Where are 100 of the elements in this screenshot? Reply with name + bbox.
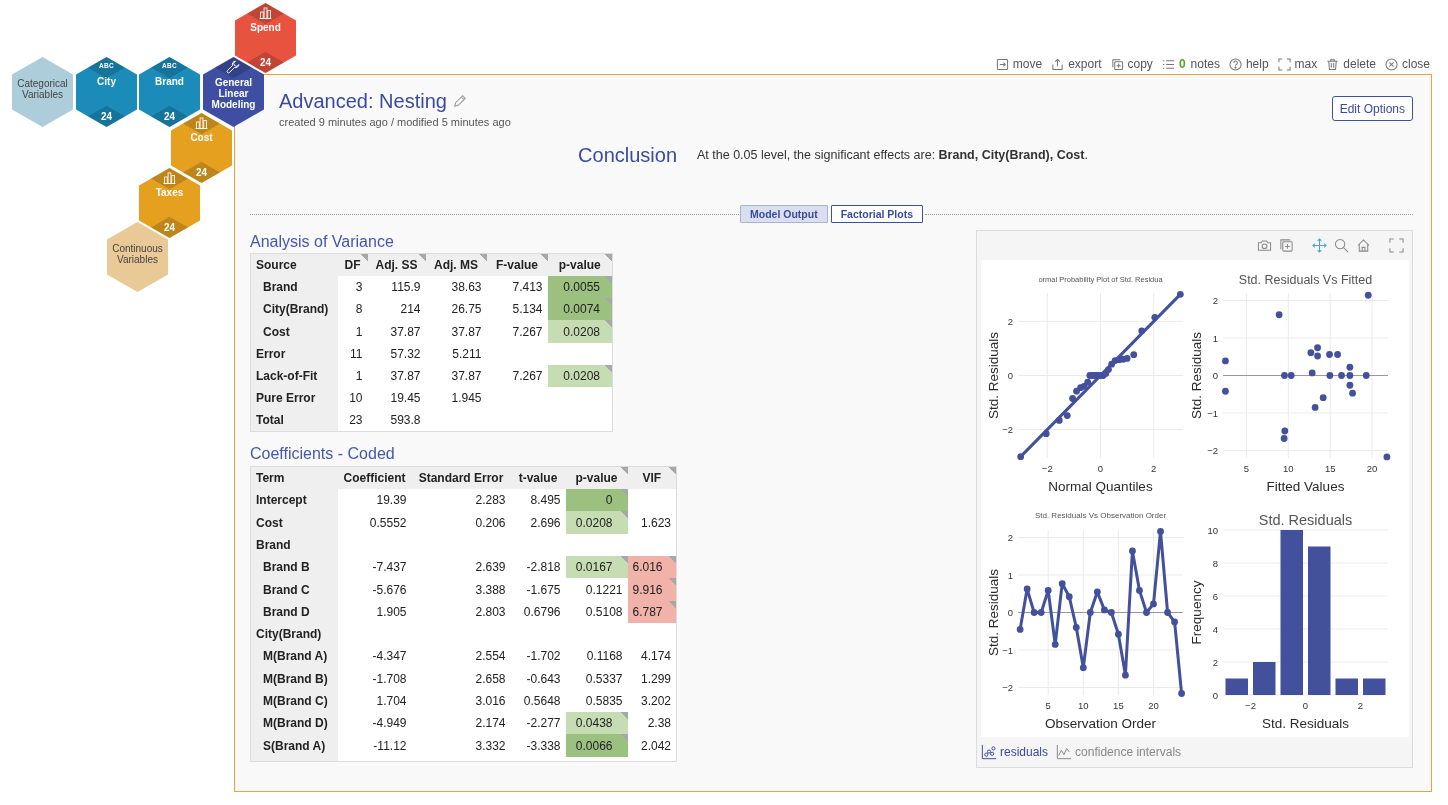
table-cell: 3 — [337, 275, 368, 299]
table-cell: 57.32 — [367, 342, 426, 365]
row-header: Total — [250, 409, 338, 432]
table-title: Analysis of Variance — [250, 232, 394, 252]
row-header: M(Brand D) — [250, 712, 338, 735]
row-header: Brand — [250, 533, 338, 557]
row-header: Pure Error — [250, 387, 338, 410]
table-cell: 6.016 — [627, 556, 677, 579]
row-header: City(Brand) — [250, 298, 338, 321]
table-cell: 2.38 — [627, 712, 677, 735]
tick-label: −2 — [1207, 445, 1218, 456]
table-cell: -2.277 — [510, 712, 566, 735]
table-cell: 38.63 — [425, 275, 487, 299]
table-cell: -1.708 — [337, 667, 412, 690]
table-cell: 0.1168 — [565, 645, 628, 668]
column-header: p-value — [547, 253, 613, 276]
table-cell: 1.704 — [337, 689, 412, 713]
node-label: Continuous Variables — [111, 243, 164, 265]
row-header: Brand B — [250, 556, 338, 579]
table-cell: 1 — [337, 365, 368, 388]
table-cell: 2.658 — [411, 667, 511, 690]
table-cell: 7.267 — [486, 320, 548, 343]
table-cell: 10 — [337, 387, 368, 410]
table-cell: 2.042 — [627, 734, 677, 757]
table-cell: 4.174 — [627, 645, 677, 668]
node-count: 24 — [163, 222, 176, 233]
table-cell: 0.5552 — [337, 511, 412, 534]
row-header: M(Brand B) — [250, 667, 338, 690]
table-cell: -7.437 — [337, 556, 412, 579]
table-cell: -1.702 — [510, 645, 566, 668]
table-cell: 0.206 — [411, 511, 511, 534]
table-cell: 2.554 — [411, 645, 511, 668]
table-cell: 37.87 — [367, 365, 426, 388]
node-label: City — [97, 76, 116, 87]
table-cell: 7.413 — [486, 275, 548, 299]
tick-label: 0 — [1212, 689, 1218, 701]
tick-label: 4 — [1212, 623, 1218, 635]
table-cell: 1.299 — [627, 667, 677, 690]
table-cell: 23 — [337, 409, 368, 432]
axis-title: Std. Residuals — [986, 332, 1001, 419]
node-label: Categorical Variables — [16, 78, 69, 100]
row-header: Brand C — [250, 578, 338, 601]
table-cell: 0.6796 — [510, 600, 566, 623]
table-cell: 6.787 — [627, 600, 677, 623]
tick-label: 10 — [1078, 700, 1089, 711]
tick-label: 8 — [1212, 557, 1218, 569]
tick-label: −2 — [1002, 424, 1013, 436]
table-cell: 2.639 — [411, 556, 511, 579]
tick-label: 10 — [1207, 524, 1218, 536]
analysis-title: Advanced: Nesting — [279, 89, 447, 114]
tick-label: 15 — [1113, 700, 1124, 711]
table-cell: 1 — [337, 320, 368, 343]
node-count: 24 — [100, 111, 113, 122]
axis-title: Std. Residuals — [1189, 332, 1204, 419]
tick-label: −1 — [1002, 644, 1013, 656]
table-cell: 0.1221 — [565, 578, 628, 601]
table-cell: 1.905 — [337, 600, 412, 623]
table-cell: 214 — [367, 298, 426, 321]
table-cell: 26.75 — [425, 298, 487, 321]
table-cell: 0.0066 — [565, 734, 628, 757]
table-cell: -0.643 — [510, 667, 566, 690]
column-header: VIF — [627, 466, 677, 490]
node-count: 24 — [163, 111, 176, 122]
column-header: p-value — [565, 466, 628, 490]
tick-label: 20 — [1366, 463, 1378, 474]
table-cell: 0.0055 — [547, 275, 613, 299]
table-cell: 0.5835 — [565, 689, 628, 713]
tick-label: 0 — [1097, 463, 1104, 474]
column-header: Coefficient — [337, 466, 412, 490]
table-cell: 1.623 — [627, 511, 677, 534]
table-cell: 3.016 — [411, 689, 511, 713]
table-cell: 11 — [337, 342, 368, 365]
table-cell: 7.267 — [486, 365, 548, 388]
table-cell: 0.5108 — [565, 600, 628, 623]
row-header: Brand D — [250, 600, 338, 623]
table-cell: 593.8 — [367, 409, 426, 432]
tick-label: −2 — [1041, 463, 1053, 474]
table-cell: -2.818 — [510, 556, 566, 579]
table-cell: 8 — [337, 298, 368, 321]
tick-label: 2 — [1212, 295, 1218, 306]
table-cell: -3.338 — [510, 734, 566, 757]
row-header: Lack-of-Fit — [250, 365, 338, 388]
tick-label: 0 — [1212, 370, 1218, 381]
tick-label: 1 — [1007, 569, 1013, 581]
axis-title: Observation Order — [1045, 716, 1156, 731]
tick-label: 2 — [1007, 315, 1013, 327]
tick-label: 2 — [1357, 700, 1364, 711]
table-cell: 0.0438 — [565, 712, 628, 735]
node-count: 24 — [259, 57, 272, 68]
row-header: Error — [250, 342, 338, 365]
column-header: Standard Error — [411, 466, 511, 490]
row-header: M(Brand C) — [250, 689, 338, 713]
table-cell: 5.211 — [425, 342, 487, 365]
table-cell: 0.0208 — [547, 320, 613, 343]
row-header: M(Brand A) — [250, 645, 338, 668]
table-cell: 9.916 — [627, 578, 677, 601]
row-header: Cost — [250, 320, 338, 343]
column-header: t-value — [510, 466, 566, 490]
table-cell: -4.949 — [337, 712, 412, 735]
row-header: Cost — [250, 511, 338, 534]
